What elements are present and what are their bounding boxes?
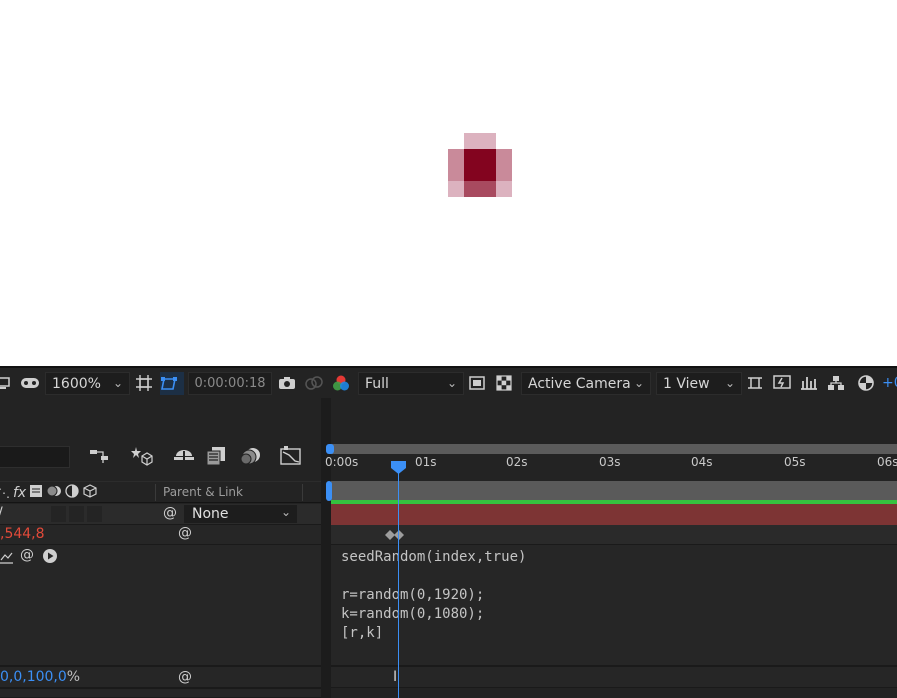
quality-slash-icon[interactable]: / [0, 505, 3, 521]
region-of-interest-icon[interactable] [469, 368, 491, 398]
zoomed-pixel-shape [448, 133, 512, 197]
flowchart-icon[interactable] [827, 368, 849, 398]
expression-line: ​ [341, 567, 526, 586]
frame-blend-switch-icon[interactable] [29, 484, 43, 501]
show-snapshot-icon[interactable] [304, 368, 326, 398]
expression-pick-whip-icon[interactable]: @ [20, 547, 34, 563]
layer-column-header: ⋱ fx Parent & Link [0, 481, 321, 503]
pick-whip-icon[interactable]: @ [178, 525, 192, 541]
motion-blur-switch-icon[interactable] [46, 484, 62, 501]
layer-row [0, 688, 321, 698]
composition-duration-bar[interactable] [331, 481, 897, 501]
chevron-down-icon: ⌄ [112, 376, 123, 390]
chevron-down-icon: ⌄ [280, 505, 291, 519]
reset-exposure-icon[interactable] [857, 368, 879, 398]
view-layout-dropdown[interactable]: 1 View ⌄ [656, 372, 742, 395]
current-time-indicator-head[interactable] [391, 461, 406, 474]
ruler-tick-label: 05s [784, 455, 806, 469]
resolution-dropdown[interactable]: Full ⌄ [358, 372, 464, 395]
timeline-button-icon[interactable] [800, 368, 822, 398]
current-time-field[interactable]: 0:00:00:18 [188, 372, 272, 395]
draft-3d-icon[interactable] [129, 442, 155, 470]
comp-start-handle[interactable] [326, 481, 332, 501]
position-keyframe-row [331, 525, 897, 545]
scale-keyframe-row [331, 666, 897, 688]
work-area-start-handle[interactable] [326, 444, 334, 454]
layer-row[interactable]: / @ None ⌄ [0, 504, 321, 525]
expression-line: seedRandom(index,true) [341, 549, 527, 565]
position-value[interactable]: ,544,8 [0, 526, 45, 542]
exposure-value[interactable]: +0 [882, 368, 897, 398]
expression-line: [r,k] [341, 625, 384, 641]
effects-fx-icon[interactable]: fx [13, 485, 26, 501]
layer-search-input[interactable] [0, 446, 70, 468]
snapshot-icon[interactable] [278, 368, 300, 398]
camera-view-dropdown[interactable]: Active Camera ⌄ [521, 372, 651, 395]
magnification-dropdown[interactable]: 1600% ⌄ [45, 372, 130, 395]
switch-cell[interactable] [69, 506, 84, 522]
parent-dropdown[interactable]: None ⌄ [184, 505, 297, 523]
ruler-tick-label: 03s [599, 455, 621, 469]
scale-value[interactable]: 0,0,100,0% [0, 669, 80, 685]
panel-divider[interactable] [321, 398, 331, 698]
viewer-toolbar: 1600% ⌄ 0:00:00:18 Full ⌄ Active Camera … [0, 366, 897, 398]
current-time-indicator-line[interactable] [398, 462, 399, 698]
transparency-grid-icon[interactable] [496, 368, 518, 398]
timeline-panel: ⋱ fx Parent & Link / @ None ⌄ [0, 398, 897, 698]
graph-editor-icon[interactable] [278, 442, 304, 470]
expression-editor[interactable]: seedRandom(index,true) ​r=random(0,1920);… [341, 548, 526, 643]
color-channels-icon[interactable] [332, 368, 354, 398]
ruler-tick-label: 01s [415, 455, 437, 469]
ruler-tick-label: 04s [691, 455, 713, 469]
mask-visibility-icon[interactable] [20, 368, 42, 398]
expression-language-menu-icon[interactable] [42, 548, 58, 568]
switch-cell[interactable] [51, 506, 66, 522]
composition-mini-flowchart-icon[interactable] [87, 442, 113, 470]
keyframe-icon[interactable] [385, 529, 405, 541]
monitor-icon[interactable] [0, 368, 12, 398]
pick-whip-icon[interactable]: @ [178, 669, 192, 685]
pick-whip-icon[interactable]: @ [163, 505, 177, 521]
motion-blur-icon[interactable] [237, 442, 263, 470]
frame-blending-icon[interactable] [203, 442, 229, 470]
after-effects-window: 1600% ⌄ 0:00:00:18 Full ⌄ Active Camera … [0, 0, 897, 698]
parent-link-header: Parent & Link [163, 485, 243, 499]
ruler-tick-label: 06s [877, 455, 897, 469]
position-property-row[interactable]: ,544,8 @ [0, 525, 321, 545]
work-area-bar[interactable] [331, 444, 897, 454]
expression-row: @ [0, 545, 321, 666]
time-graph[interactable]: 0:00s 01s 02s 03s 04s 05s 06s seedRandom… [325, 398, 897, 698]
scale-property-row[interactable]: 0,0,100,0% @ [0, 666, 321, 688]
time-ruler[interactable]: 0:00s 01s 02s 03s 04s 05s 06s [325, 454, 897, 478]
composition-viewer[interactable] [0, 0, 897, 366]
toggle-pixel-aspect-icon[interactable] [746, 368, 768, 398]
text-cursor-icon: I [393, 669, 398, 685]
expression-line: r=random(0,1920); [341, 587, 485, 603]
ruler-tick-label: 0:00s [325, 455, 359, 469]
column-divider [302, 484, 303, 501]
expression-line: k=random(0,1080); [341, 606, 485, 622]
quality-icon[interactable]: ⋱ [0, 486, 10, 500]
chevron-down-icon: ⌄ [633, 376, 644, 390]
grid-guides-icon[interactable] [135, 368, 157, 398]
switch-cell[interactable] [87, 506, 102, 522]
layer-duration-bar[interactable] [331, 504, 897, 525]
fast-previews-icon[interactable] [773, 368, 795, 398]
chevron-down-icon: ⌄ [724, 376, 735, 390]
adjustment-layer-icon[interactable] [65, 484, 79, 501]
expression-graph-icon[interactable] [0, 549, 14, 568]
toggle-mask-path-icon[interactable] [160, 372, 184, 395]
column-divider [155, 484, 156, 501]
ruler-tick-label: 02s [506, 455, 528, 469]
hide-shy-layers-icon[interactable] [171, 442, 197, 470]
chevron-down-icon: ⌄ [446, 376, 457, 390]
3d-layer-icon[interactable] [82, 484, 98, 501]
